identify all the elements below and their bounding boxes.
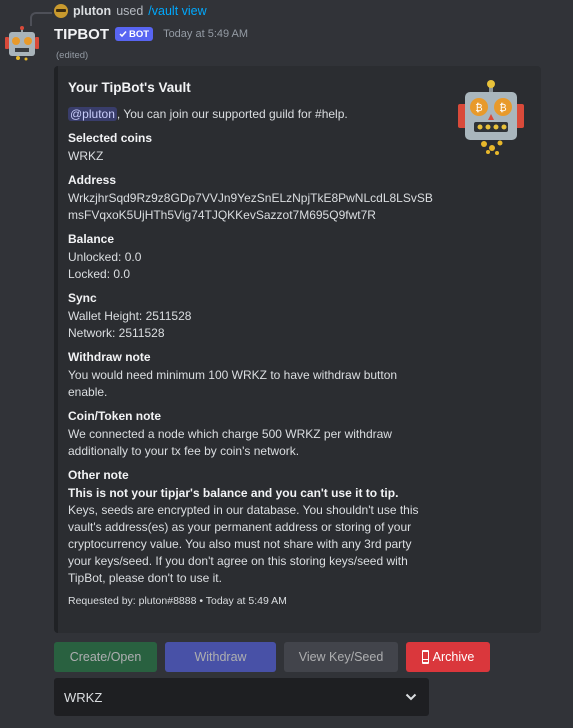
coin-select-dropdown[interactable]: WRKZ [54, 678, 429, 716]
description-text: , You can join our supported guild for #… [116, 107, 348, 121]
field-value-line: your keys/seed. If you don't agree on th… [68, 554, 408, 568]
field-name: Balance [68, 232, 115, 246]
svg-text:₿: ₿ [475, 102, 482, 114]
field-value-line: You would need minimum 100 WRKZ to have … [68, 368, 398, 382]
embed-description: @pluton, You can join our supported guil… [68, 106, 448, 122]
field-value-line: Keys, seeds are encrypted in our databas… [68, 503, 419, 517]
reply-command[interactable]: /vault view [148, 4, 206, 18]
message-header: TIPBOT BOT Today at 5:49 AM [54, 24, 248, 44]
reply-connector [30, 12, 52, 26]
field-name: Withdraw note [68, 350, 151, 364]
field-value-line: Unlocked: 0.0 [68, 250, 142, 264]
embed-content: Your TipBot's Vault @pluton, You can joi… [68, 80, 448, 608]
reply-username[interactable]: pluton [73, 4, 111, 18]
field-value-line: additionally to your tx fee by coin's ne… [68, 444, 300, 458]
field-value-line: Wallet Height: 2511528 [68, 309, 192, 323]
action-buttons: Create/Open Withdraw View Key/Seed Archi… [54, 642, 490, 673]
bot-username[interactable]: TIPBOT [54, 26, 109, 43]
field-value-line: Locked: 0.0 [68, 267, 131, 281]
bot-avatar[interactable] [4, 26, 40, 62]
field-name: Sync [68, 291, 97, 305]
svg-text:₿: ₿ [499, 102, 506, 114]
field-selected-coins: Selected coins WRKZ [68, 130, 448, 165]
other-note-bold-line: This is not your tipjar's balance and yo… [68, 485, 448, 502]
withdraw-button[interactable]: Withdraw [165, 642, 276, 672]
tipbot-robot-thumbnail[interactable]: ₿ ₿ [458, 80, 524, 156]
user-mention[interactable]: @pluton [68, 107, 117, 121]
field-value-line: msFVqxoK5UjHTh5Vig74TJQKKevSazzot7M695Q9… [68, 208, 376, 222]
field-value-line: cryptocurrency value. You also must not … [68, 537, 412, 551]
field-value-line: enable. [68, 385, 108, 399]
vault-embed: Your TipBot's Vault @pluton, You can joi… [54, 66, 541, 633]
selected-coin-value: WRKZ [64, 689, 103, 705]
field-name: Selected coins [68, 131, 153, 145]
field-value-line: WrkzjhrSqd9Rz9z8GDp7VVJn9YezSnELzNpjTkE8… [68, 191, 433, 205]
exclamation-icon [421, 650, 429, 664]
bot-badge-label: BOT [129, 28, 150, 40]
create-open-button[interactable]: Create/Open [54, 642, 157, 672]
bot-badge: BOT [115, 27, 154, 41]
field-name: Other note [68, 468, 129, 482]
field-name: Address [68, 173, 117, 187]
reply-context[interactable]: pluton used /vault view [54, 3, 207, 19]
field-value-line: We connected a node which charge 500 WRK… [68, 427, 392, 441]
reply-used-text: used [116, 4, 144, 18]
verified-check-icon [119, 31, 127, 38]
field-value-line: TipBot, please don't to use it. [68, 571, 222, 585]
bold-warning: This is not your tipjar's balance and yo… [68, 486, 399, 500]
archive-button-label: Archive [432, 650, 475, 664]
discord-message: pluton used /vault view TIPBOT BOT Today… [0, 0, 573, 728]
field-sync: Sync Wallet Height: 2511528 Network: 251… [68, 290, 448, 342]
field-value: WRKZ [68, 149, 104, 163]
field-value-line: Network: 2511528 [68, 326, 165, 340]
archive-button[interactable]: Archive [406, 642, 490, 672]
embed-footer: Requested by: pluton#8888 • Today at 5:4… [68, 595, 287, 607]
field-name: Coin/Token note [68, 409, 162, 423]
reply-avatar[interactable] [54, 4, 68, 18]
message-timestamp[interactable]: Today at 5:49 AM [163, 28, 248, 40]
field-address: Address WrkzjhrSqd9Rz9z8GDp7VVJn9YezSnEL… [68, 172, 448, 224]
field-other-note: Other note This is not your tipjar's bal… [68, 467, 448, 587]
field-coin-token-note: Coin/Token note We connected a node whic… [68, 408, 448, 460]
field-balance: Balance Unlocked: 0.0 Locked: 0.0 [68, 231, 448, 283]
field-value-line: vault's address(es) as your permanent ad… [68, 520, 412, 534]
field-withdraw-note: Withdraw note You would need minimum 100… [68, 349, 448, 401]
embed-title: Your TipBot's Vault [68, 80, 191, 95]
chevron-down-icon [405, 693, 417, 701]
view-key-seed-button[interactable]: View Key/Seed [284, 642, 398, 672]
edited-label: (edited) [56, 50, 89, 61]
